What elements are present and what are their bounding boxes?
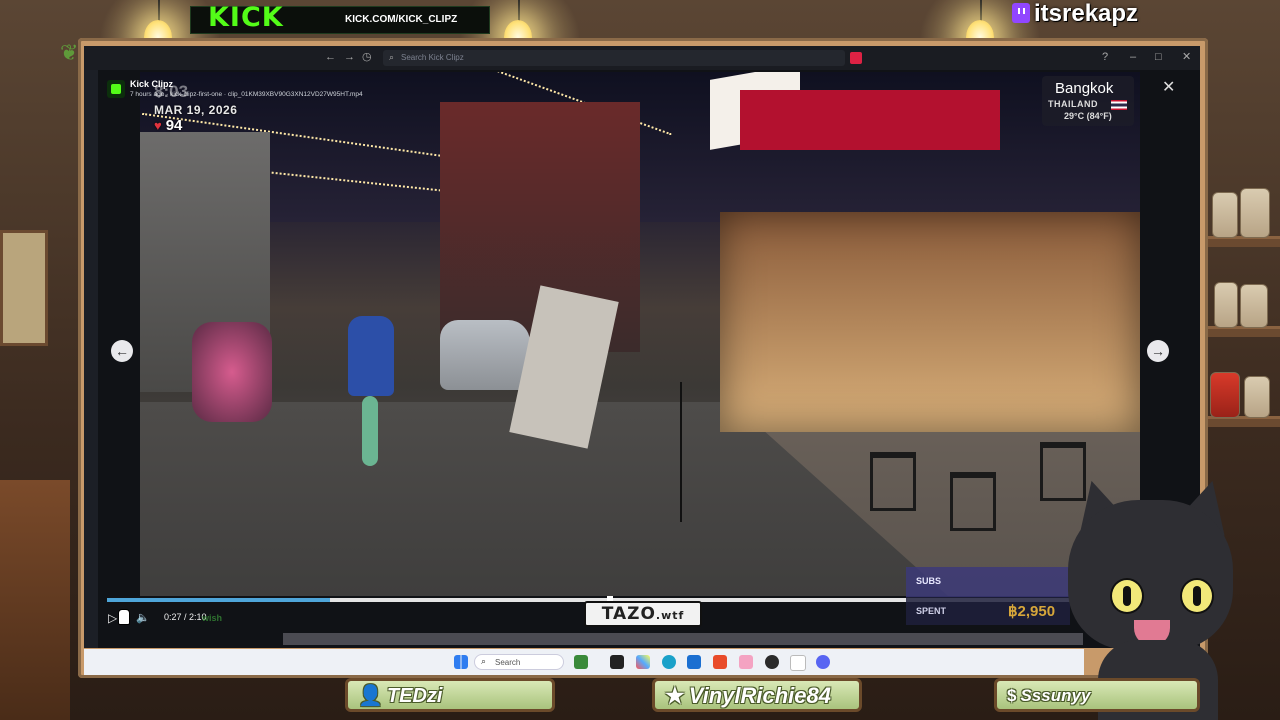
parked-car <box>440 320 530 390</box>
widgets-icon[interactable] <box>574 655 588 669</box>
side-rail <box>84 70 98 648</box>
scooter <box>192 322 272 422</box>
tazo-suffix: .wtf <box>655 609 685 622</box>
cyclist <box>336 316 406 466</box>
kick-url: KICK.COM/KICK_CLIPZ <box>345 14 458 25</box>
store-icon[interactable] <box>687 655 701 669</box>
next-arrow-icon[interactable]: → <box>1147 340 1169 362</box>
tazo-text: TAZO <box>601 604 656 624</box>
prev-arrow-icon[interactable]: ← <box>111 340 133 362</box>
nameplate-name: Sssunyy <box>1020 686 1091 705</box>
maximize-icon[interactable]: □ <box>1155 50 1162 64</box>
kick-logo: KICK <box>208 2 284 33</box>
jar <box>1210 372 1240 418</box>
horizontal-scrollbar[interactable] <box>283 633 1083 645</box>
mouse-cursor-icon <box>118 609 130 625</box>
windows-icon[interactable] <box>454 655 468 669</box>
location-temperature: 29°C (84°F) <box>1064 111 1112 121</box>
chair <box>0 480 70 720</box>
video-time: 0:27 / 2:10 <box>164 612 207 622</box>
photos-icon[interactable] <box>636 655 650 669</box>
video-frame[interactable] <box>140 72 1140 596</box>
arrow-left-icon[interactable]: ← <box>325 50 336 64</box>
thailand-flag-icon <box>1111 100 1127 110</box>
twitch-icon <box>1012 3 1030 23</box>
location-country: THAILAND <box>1048 99 1098 109</box>
notepad-icon[interactable] <box>790 655 806 671</box>
dollar-icon: $ <box>1007 686 1017 705</box>
jar <box>1212 192 1238 238</box>
star-icon: ★ <box>665 683 685 708</box>
overlay-date: MAR 19, 2026 <box>154 103 238 117</box>
play-icon[interactable]: ▷ <box>108 611 117 625</box>
channel-avatar[interactable] <box>107 80 125 98</box>
discord-icon[interactable] <box>816 655 830 669</box>
close-icon[interactable]: ✕ <box>1182 50 1191 64</box>
nameplate-name: VinylRichie84 <box>688 683 831 708</box>
nameplate-name: TEDzi <box>386 685 443 707</box>
nameplate-member: ★ VinylRichie84 <box>652 678 862 712</box>
progress-fill <box>107 598 330 602</box>
paint-icon[interactable] <box>739 655 753 669</box>
edge-icon[interactable] <box>662 655 676 669</box>
ghost-text: wish <box>202 613 223 623</box>
extension-icon[interactable] <box>850 52 862 64</box>
heart-icon: ♥ <box>154 118 162 133</box>
likes-count: 94 <box>165 117 183 134</box>
twitch-handle-text: itsrekapz <box>1034 0 1139 27</box>
person-icon: 👤 <box>358 685 383 707</box>
search-input[interactable]: Search Kick Clipz <box>383 50 845 66</box>
likes-counter: ♥ 94 <box>154 117 182 134</box>
taskbar-search[interactable]: Search <box>474 654 564 670</box>
minimize-icon[interactable]: – <box>1130 50 1136 64</box>
volume-icon[interactable]: 🔈 <box>136 611 150 624</box>
jar <box>1214 282 1238 328</box>
restaurant-front <box>720 212 1140 432</box>
lamp-cord <box>518 0 520 22</box>
obs-icon[interactable] <box>765 655 779 669</box>
lamp-cord <box>980 0 982 22</box>
nameplate-follower: 👤 TEDzi <box>345 678 555 712</box>
tazo-watermark: TAZO.wtf <box>584 601 702 627</box>
spent-label: SPENT <box>916 606 947 616</box>
search-icon: ⌕ <box>389 52 395 62</box>
chair <box>870 452 916 511</box>
music-stand <box>680 382 722 522</box>
spent-value: ฿2,950 <box>1008 603 1056 620</box>
jar <box>1244 376 1270 418</box>
overlay-time: 8:03 <box>154 82 189 101</box>
chair <box>950 472 996 531</box>
nameplate-donor: $ Sssunyy <box>994 678 1200 712</box>
history-icon[interactable]: ◷ <box>362 50 372 64</box>
wall-frame <box>0 230 48 346</box>
plant-icon: ❦ <box>60 40 79 65</box>
arrow-right-icon[interactable]: → <box>344 50 355 64</box>
subs-label: SUBS <box>916 576 942 586</box>
search-icon: ⌕ <box>481 656 487 666</box>
jar <box>1240 284 1268 328</box>
jar <box>1240 188 1270 238</box>
location-city: Bangkok <box>1055 80 1114 97</box>
twitch-handle: itsrekapz <box>1012 0 1138 28</box>
help-icon[interactable]: ? <box>1102 50 1108 64</box>
shop-sign <box>740 90 1000 150</box>
file-explorer-icon[interactable] <box>610 655 624 669</box>
close-viewer-icon[interactable]: ✕ <box>1162 77 1175 97</box>
brave-icon[interactable] <box>713 655 727 669</box>
lamp-cord <box>158 0 160 22</box>
